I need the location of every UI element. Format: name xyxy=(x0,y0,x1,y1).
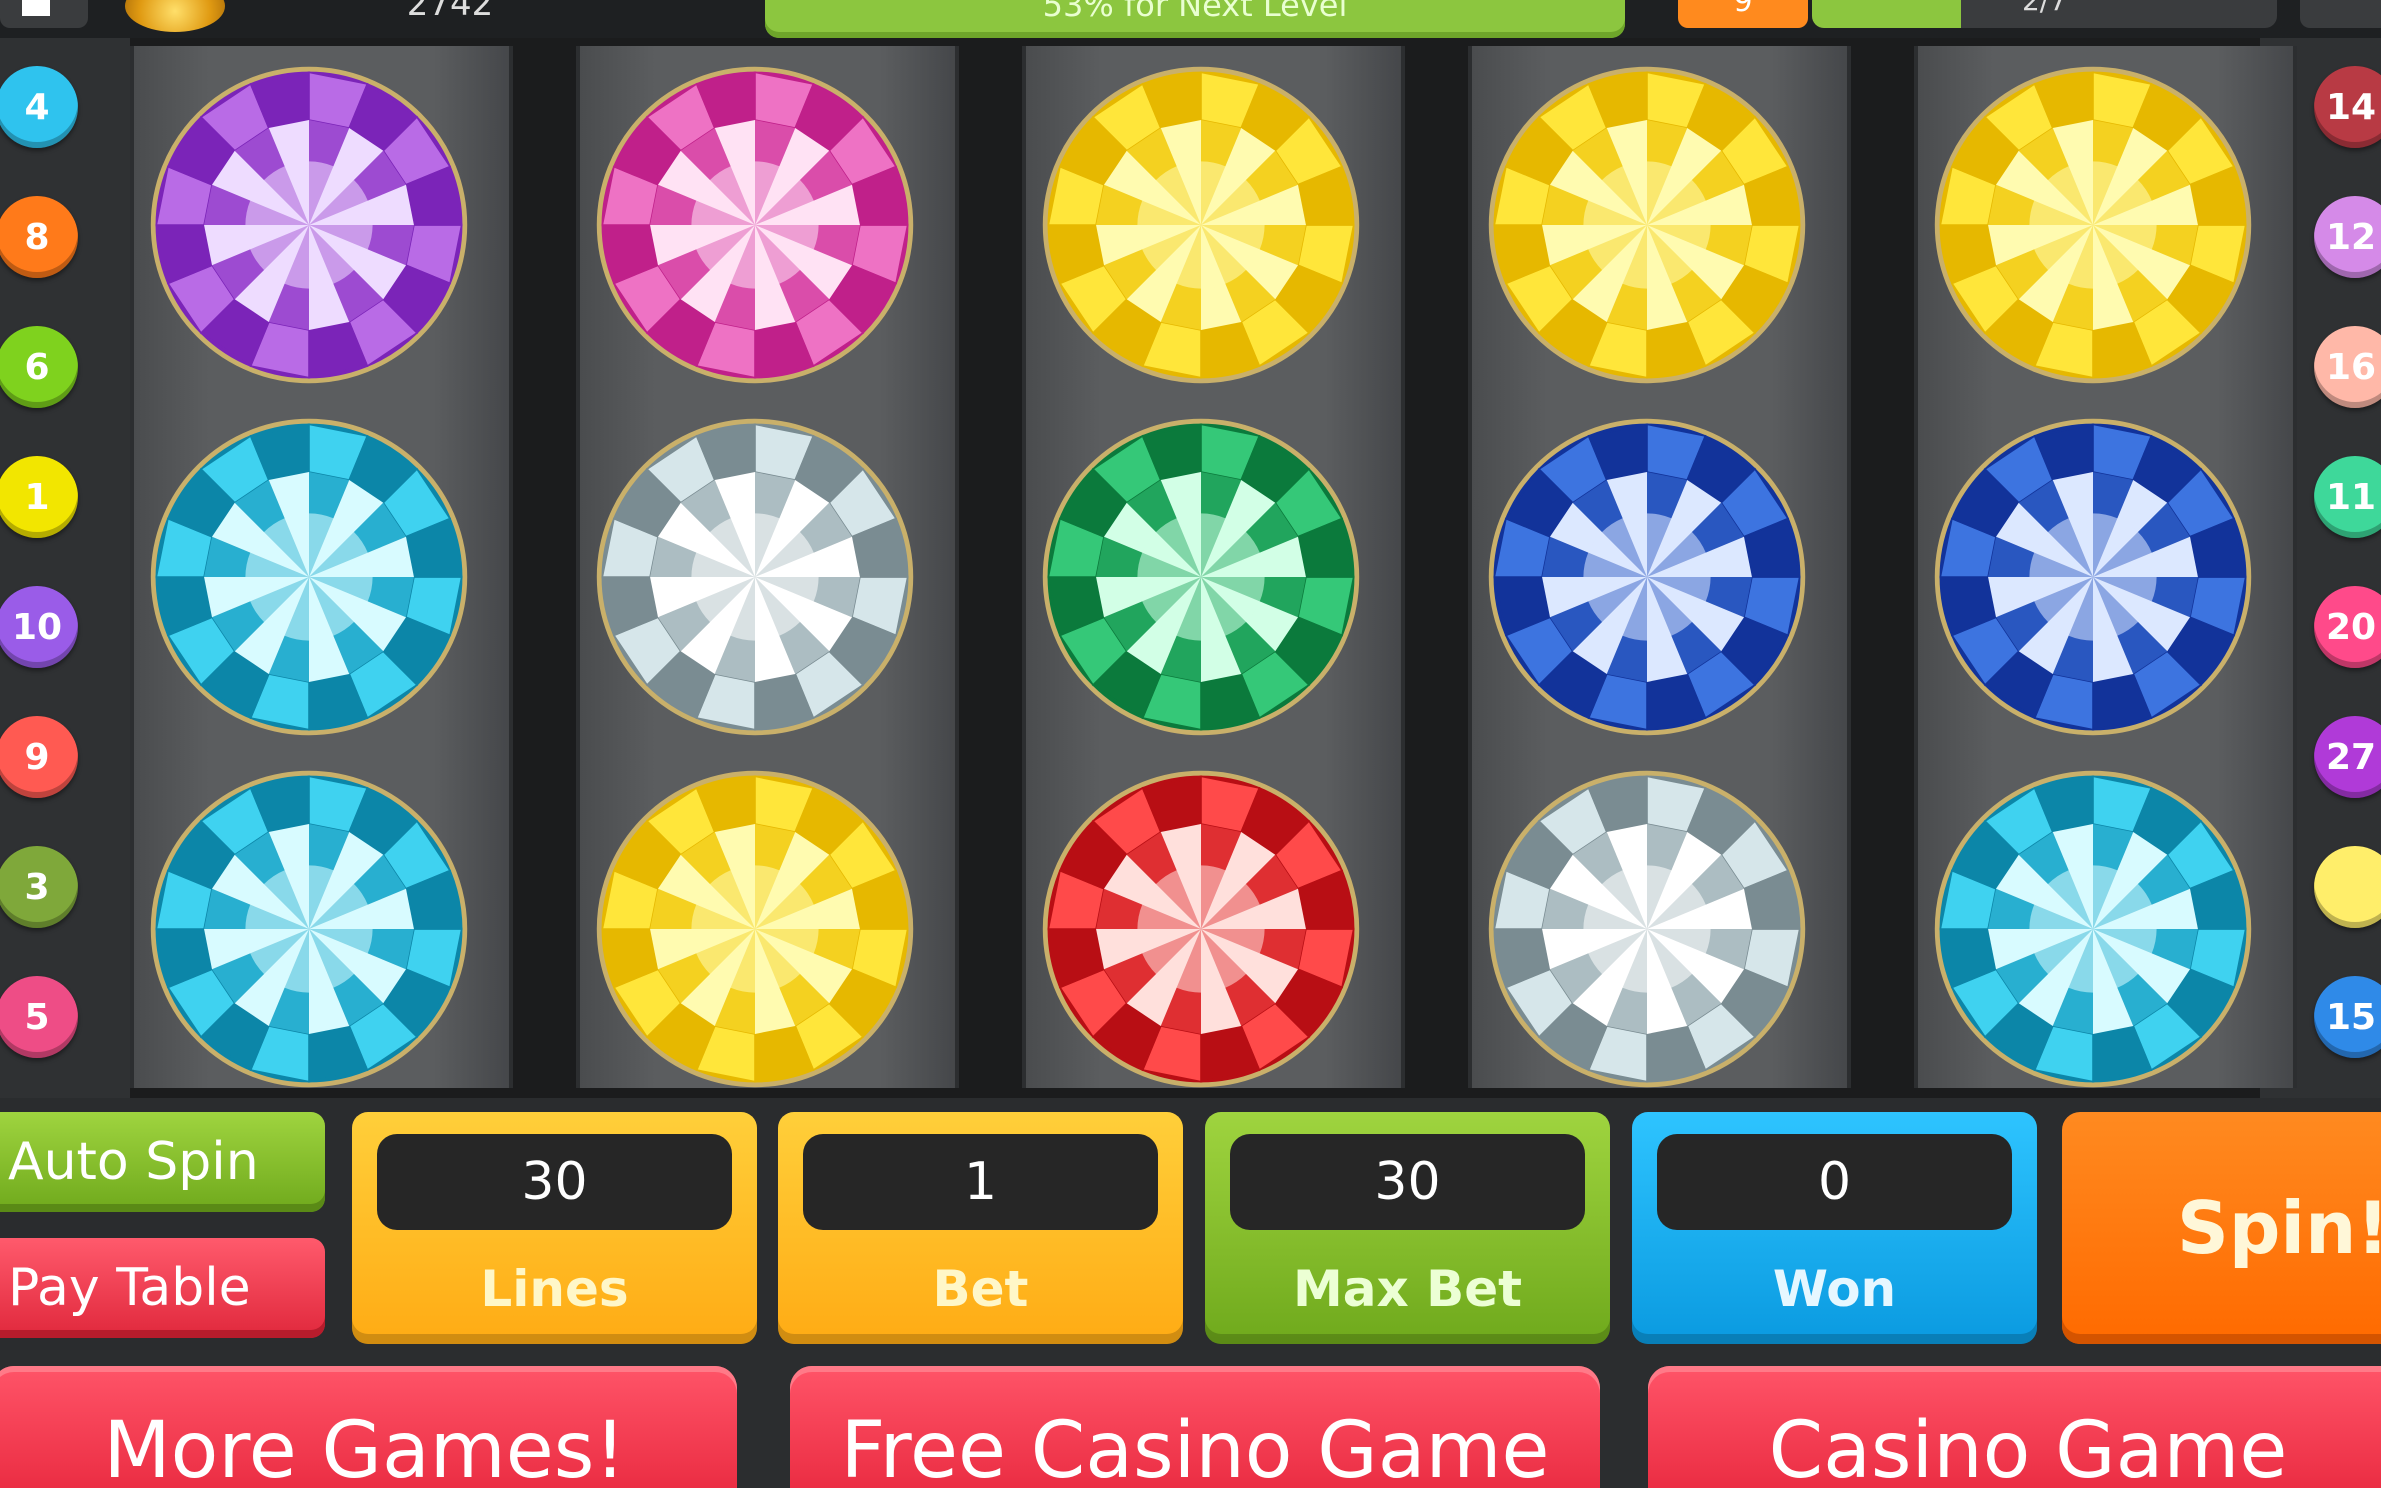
reel-3 xyxy=(1022,46,1405,1088)
payline-marker-right-7[interactable] xyxy=(2314,846,2381,928)
credits-value: 2742 xyxy=(406,0,494,24)
payline-marker-left-2[interactable]: 8 xyxy=(0,196,78,278)
lines-button[interactable]: 30 Lines xyxy=(352,1112,757,1344)
green-gem-symbol xyxy=(1032,418,1370,736)
level-progress-text: 53% for Next Level xyxy=(1042,0,1348,24)
bet-label: Bet xyxy=(932,1260,1029,1318)
yellow-gem-symbol xyxy=(1924,66,2262,384)
free-casino-game-button[interactable]: Free Casino Game xyxy=(790,1366,1600,1488)
payline-marker-right-8[interactable]: 15 xyxy=(2314,976,2381,1058)
blue-gem-symbol xyxy=(1924,418,2262,736)
xp-progress-text: 2/7 xyxy=(2021,0,2068,17)
payline-marker-left-4[interactable]: 1 xyxy=(0,456,78,538)
max-bet-value: 30 xyxy=(1230,1134,1585,1230)
cyan-gem-symbol xyxy=(140,418,478,736)
casino-game-button[interactable]: Casino Game xyxy=(1648,1366,2381,1488)
payline-marker-right-6[interactable]: 27 xyxy=(2314,716,2381,798)
yellow-gem-symbol xyxy=(1032,66,1370,384)
slot-game-screen: 2742 53% for Next Level 9 2/7 4 8 6 1 10 9 3 5 … xyxy=(0,0,2381,1488)
coin-icon xyxy=(125,0,225,32)
payline-marker-right-2[interactable]: 12 xyxy=(2314,196,2381,278)
lines-value: 30 xyxy=(377,1134,732,1230)
yellow-gem-symbol xyxy=(586,770,924,1088)
payline-marker-right-4[interactable]: 11 xyxy=(2314,456,2381,538)
won-value: 0 xyxy=(1657,1134,2012,1230)
reel-5 xyxy=(1914,46,2297,1088)
payline-marker-left-7[interactable]: 3 xyxy=(0,846,78,928)
reels-area xyxy=(130,38,2297,1098)
payline-marker-left-3[interactable]: 6 xyxy=(0,326,78,408)
top-bar: 2742 53% for Next Level 9 2/7 xyxy=(0,0,2381,38)
payline-marker-left-1[interactable]: 4 xyxy=(0,66,78,148)
menu-icon xyxy=(22,0,50,16)
max-bet-button[interactable]: 30 Max Bet xyxy=(1205,1112,1610,1344)
white-gem-symbol xyxy=(586,418,924,736)
reel-4 xyxy=(1468,46,1851,1088)
control-panel: Auto Spin Pay Table 30 Lines 1 Bet 30 Ma… xyxy=(0,1098,2381,1350)
bet-value: 1 xyxy=(803,1134,1158,1230)
white-gem-symbol xyxy=(1478,770,1816,1088)
level-number: 9 xyxy=(1733,0,1753,19)
level-badge: 9 xyxy=(1678,0,1808,28)
won-display: 0 Won xyxy=(1632,1112,2037,1344)
reel-1 xyxy=(130,46,513,1088)
payline-marker-left-6[interactable]: 9 xyxy=(0,716,78,798)
bet-button[interactable]: 1 Bet xyxy=(778,1112,1183,1344)
menu-button[interactable] xyxy=(0,0,88,28)
spin-button[interactable]: Spin! xyxy=(2062,1112,2381,1344)
payline-marker-right-3[interactable]: 16 xyxy=(2314,326,2381,408)
auto-spin-button[interactable]: Auto Spin xyxy=(0,1112,325,1212)
xp-progress-bar: 2/7 xyxy=(1812,0,2277,28)
lines-label: Lines xyxy=(480,1260,629,1318)
pink-gem-symbol xyxy=(586,66,924,384)
payline-marker-left-5[interactable]: 10 xyxy=(0,586,78,668)
level-progress-bar: 53% for Next Level xyxy=(765,0,1625,38)
payline-marker-right-1[interactable]: 14 xyxy=(2314,66,2381,148)
cyan-gem-symbol xyxy=(140,770,478,1088)
reel-2 xyxy=(576,46,959,1088)
more-games-button[interactable]: More Games! xyxy=(0,1366,737,1488)
top-right-button[interactable] xyxy=(2300,0,2381,28)
pay-table-button[interactable]: Pay Table xyxy=(0,1238,325,1338)
payline-marker-left-8[interactable]: 5 xyxy=(0,976,78,1058)
paylines-left: 4 8 6 1 10 9 3 5 xyxy=(0,38,130,1098)
red-gem-symbol xyxy=(1032,770,1370,1088)
cyan-gem-symbol xyxy=(1924,770,2262,1088)
blue-gem-symbol xyxy=(1478,418,1816,736)
max-bet-label: Max Bet xyxy=(1292,1260,1523,1318)
won-label: Won xyxy=(1772,1260,1897,1318)
payline-marker-right-5[interactable]: 20 xyxy=(2314,586,2381,668)
yellow-gem-symbol xyxy=(1478,66,1816,384)
purple-gem-symbol xyxy=(140,66,478,384)
